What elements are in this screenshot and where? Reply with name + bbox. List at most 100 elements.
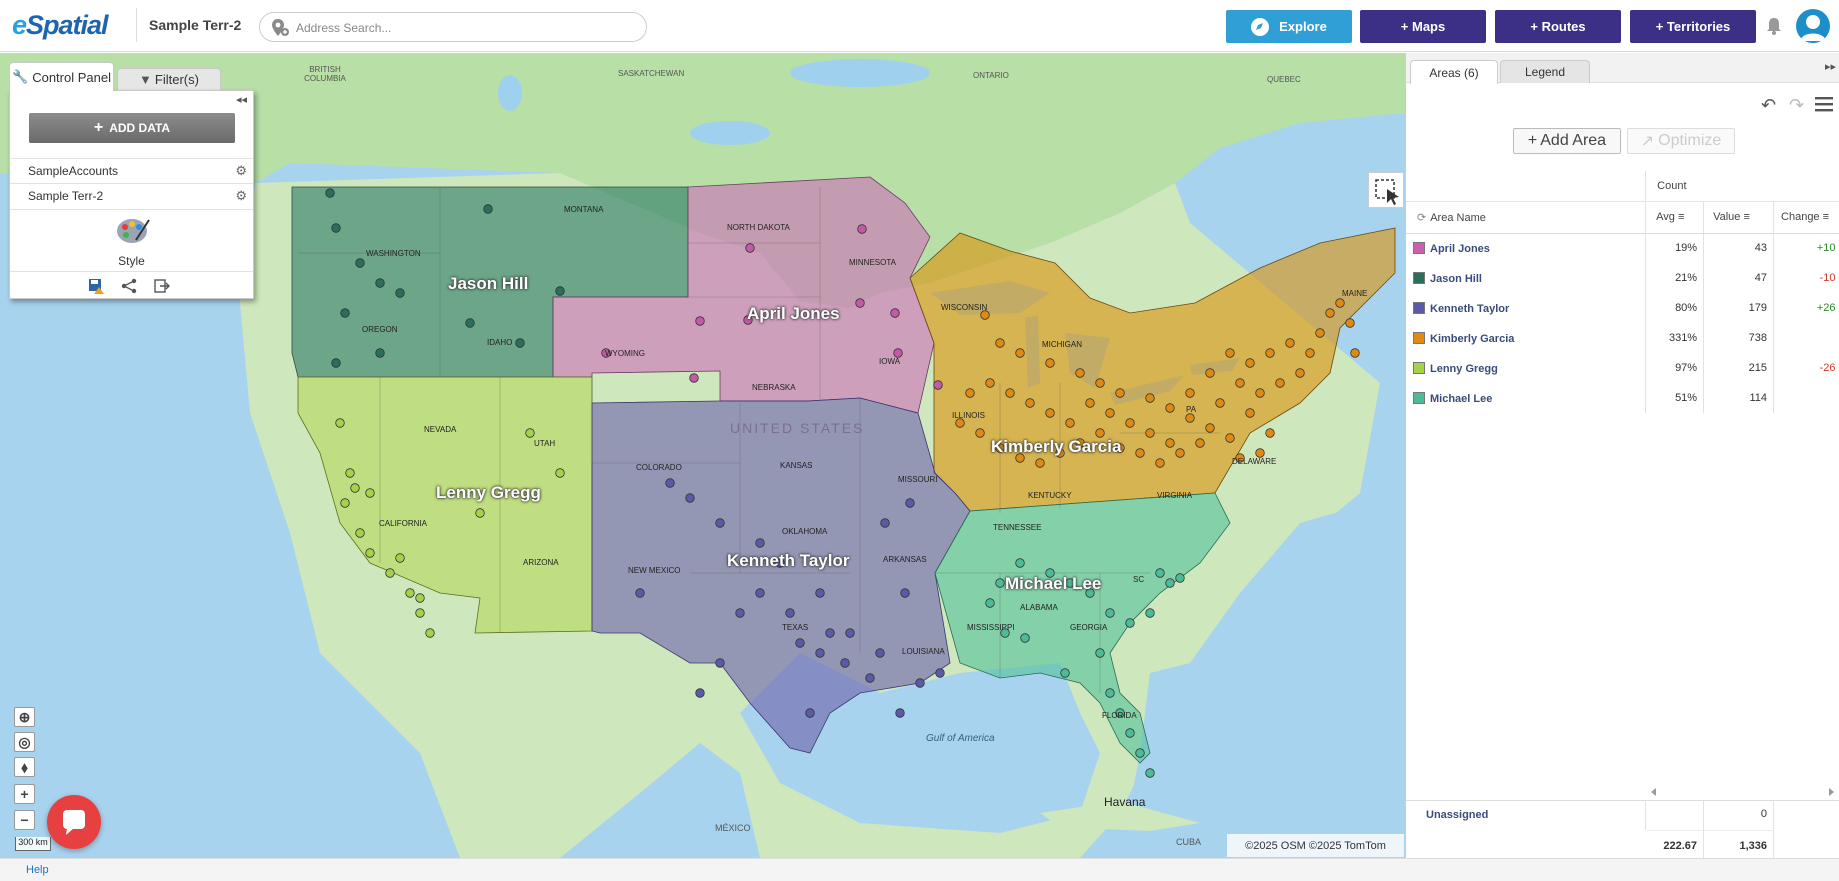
- style-block[interactable]: Style: [10, 209, 253, 271]
- area-name[interactable]: Kimberly Garcia: [1430, 333, 1514, 345]
- account-marker[interactable]: [875, 648, 885, 658]
- account-marker[interactable]: [405, 588, 415, 598]
- area-row[interactable]: Michael Lee 51% 114: [1406, 383, 1839, 413]
- account-marker[interactable]: [1125, 618, 1135, 628]
- collapse-right-icon[interactable]: ▸▸: [1825, 60, 1836, 73]
- zoom-box-button[interactable]: ⊕: [14, 707, 35, 727]
- account-marker[interactable]: [695, 316, 705, 326]
- account-marker[interactable]: [331, 223, 341, 233]
- area-name[interactable]: April Jones: [1430, 243, 1490, 255]
- account-marker[interactable]: [1185, 388, 1195, 398]
- account-marker[interactable]: [1235, 378, 1245, 388]
- account-marker[interactable]: [350, 483, 360, 493]
- account-marker[interactable]: [905, 498, 915, 508]
- account-marker[interactable]: [1255, 448, 1265, 458]
- account-marker[interactable]: [900, 588, 910, 598]
- account-marker[interactable]: [1035, 458, 1045, 468]
- account-marker[interactable]: [755, 588, 765, 598]
- account-marker[interactable]: [1145, 608, 1155, 618]
- account-marker[interactable]: [1065, 418, 1075, 428]
- account-marker[interactable]: [515, 338, 525, 348]
- account-marker[interactable]: [1295, 368, 1305, 378]
- column-menu-icon[interactable]: ≡: [1678, 211, 1684, 223]
- account-marker[interactable]: [915, 678, 925, 688]
- zoom-in-button[interactable]: +: [14, 784, 35, 804]
- account-marker[interactable]: [1205, 368, 1215, 378]
- layer-item[interactable]: Sample Terr-2 ⚙: [10, 183, 253, 207]
- account-marker[interactable]: [1165, 438, 1175, 448]
- account-marker[interactable]: [345, 468, 355, 478]
- account-marker[interactable]: [1185, 413, 1195, 423]
- account-marker[interactable]: [785, 608, 795, 618]
- account-marker[interactable]: [1155, 568, 1165, 578]
- area-row[interactable]: Lenny Gregg 97% 215 -26: [1406, 353, 1839, 383]
- account-marker[interactable]: [475, 508, 485, 518]
- account-marker[interactable]: [555, 468, 565, 478]
- account-marker[interactable]: [985, 598, 995, 608]
- account-marker[interactable]: [1155, 458, 1165, 468]
- export-icon[interactable]: [154, 278, 170, 294]
- account-marker[interactable]: [1125, 418, 1135, 428]
- account-marker[interactable]: [1105, 688, 1115, 698]
- account-marker[interactable]: [375, 278, 385, 288]
- account-marker[interactable]: [335, 418, 345, 428]
- account-marker[interactable]: [1095, 648, 1105, 658]
- account-marker[interactable]: [815, 588, 825, 598]
- espatial-logo[interactable]: eSpatial: [12, 10, 109, 41]
- account-marker[interactable]: [425, 628, 435, 638]
- account-marker[interactable]: [825, 628, 835, 638]
- chat-button[interactable]: [47, 795, 101, 849]
- area-row[interactable]: Kenneth Taylor 80% 179 +26: [1406, 293, 1839, 323]
- account-marker[interactable]: [415, 608, 425, 618]
- account-marker[interactable]: [890, 308, 900, 318]
- account-marker[interactable]: [1145, 428, 1155, 438]
- account-marker[interactable]: [1205, 423, 1215, 433]
- account-marker[interactable]: [1255, 388, 1265, 398]
- account-marker[interactable]: [995, 338, 1005, 348]
- account-marker[interactable]: [1135, 448, 1145, 458]
- tab-areas[interactable]: Areas (6): [1410, 60, 1498, 84]
- account-marker[interactable]: [1215, 398, 1225, 408]
- account-marker[interactable]: [985, 378, 995, 388]
- area-name[interactable]: Kenneth Taylor: [1430, 303, 1509, 315]
- hamburger-menu-icon[interactable]: [1815, 96, 1833, 112]
- account-marker[interactable]: [1095, 378, 1105, 388]
- search-input[interactable]: [296, 18, 636, 37]
- account-marker[interactable]: [340, 308, 350, 318]
- account-marker[interactable]: [895, 708, 905, 718]
- account-marker[interactable]: [1045, 408, 1055, 418]
- account-marker[interactable]: [395, 288, 405, 298]
- user-avatar[interactable]: [1796, 9, 1830, 43]
- account-marker[interactable]: [325, 188, 335, 198]
- account-marker[interactable]: [1015, 348, 1025, 358]
- add-area-button[interactable]: + Add Area: [1513, 128, 1621, 154]
- optimize-button[interactable]: ↗ Optimize: [1627, 128, 1735, 154]
- add-routes-button[interactable]: + Routes: [1495, 10, 1621, 43]
- account-marker[interactable]: [1020, 633, 1030, 643]
- account-marker[interactable]: [385, 568, 395, 578]
- account-marker[interactable]: [525, 428, 535, 438]
- account-marker[interactable]: [365, 548, 375, 558]
- account-marker[interactable]: [1095, 428, 1105, 438]
- account-marker[interactable]: [1345, 318, 1355, 328]
- account-marker[interactable]: [375, 348, 385, 358]
- layer-settings-icon[interactable]: ⚙: [235, 188, 247, 204]
- account-marker[interactable]: [880, 518, 890, 528]
- layer-settings-icon[interactable]: ⚙: [235, 163, 247, 179]
- account-marker[interactable]: [465, 318, 475, 328]
- address-search[interactable]: [259, 12, 647, 42]
- account-marker[interactable]: [555, 286, 565, 296]
- area-name[interactable]: Lenny Gregg: [1430, 363, 1498, 375]
- account-marker[interactable]: [745, 243, 755, 253]
- account-marker[interactable]: [1195, 438, 1205, 448]
- tab-control-panel[interactable]: 🔧 Control Panel: [9, 62, 114, 91]
- account-marker[interactable]: [1175, 573, 1185, 583]
- account-marker[interactable]: [1105, 608, 1115, 618]
- account-marker[interactable]: [1060, 668, 1070, 678]
- account-marker[interactable]: [685, 493, 695, 503]
- account-marker[interactable]: [1135, 748, 1145, 758]
- account-marker[interactable]: [1315, 328, 1325, 338]
- bell-icon[interactable]: [1765, 16, 1783, 36]
- horizontal-scrollbar[interactable]: [1646, 786, 1839, 798]
- account-marker[interactable]: [845, 628, 855, 638]
